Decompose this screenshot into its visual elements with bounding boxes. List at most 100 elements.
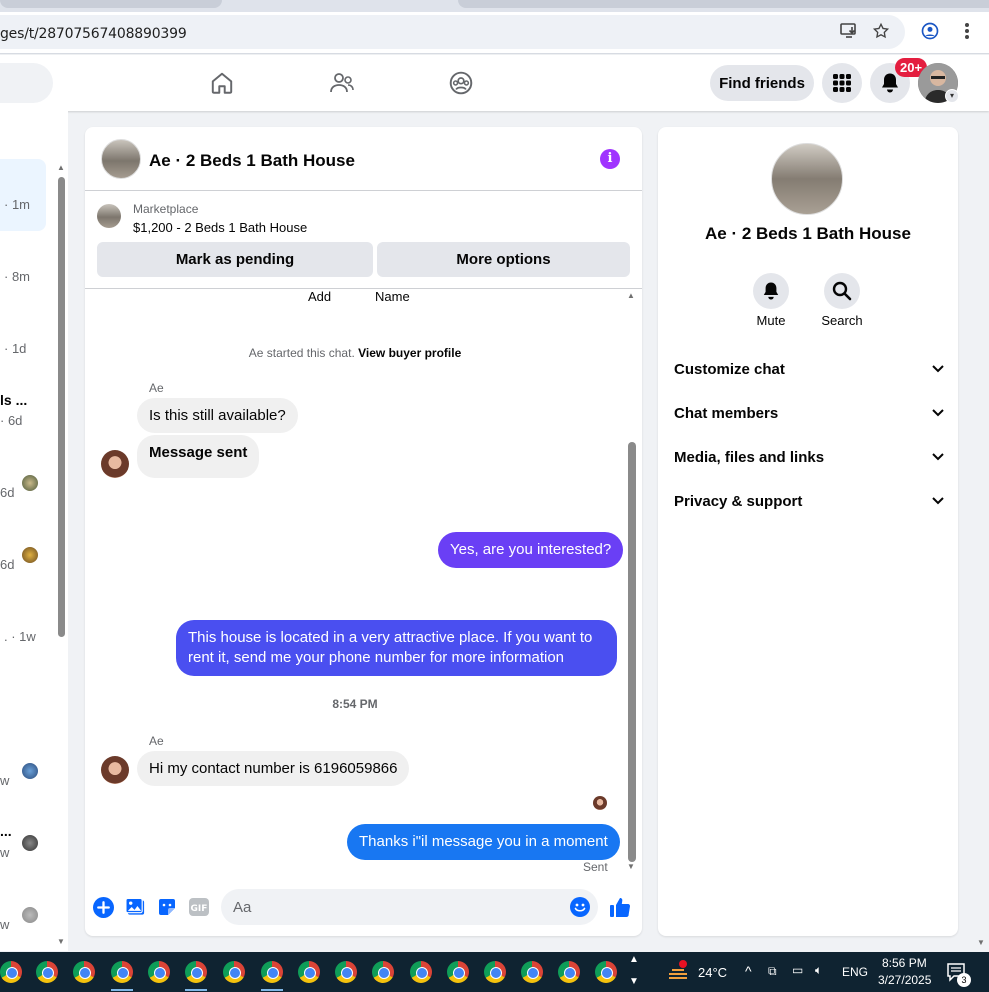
scroll-down-icon[interactable]: ▼ (627, 862, 635, 871)
plus-circle-icon[interactable] (92, 896, 114, 918)
browser-tab[interactable] (0, 0, 222, 8)
outgoing-message[interactable]: Yes, are you interested? (438, 532, 624, 568)
more-options-button[interactable]: More options (377, 242, 630, 277)
home-icon[interactable] (206, 67, 238, 99)
mute-button[interactable] (753, 273, 789, 309)
seen-indicator-avatar (593, 796, 607, 810)
mark-as-pending-button[interactable]: Mark as pending (97, 242, 373, 277)
chrome-taskbar-icon[interactable] (484, 961, 506, 983)
input-language[interactable]: ENG (842, 965, 868, 979)
menu-grid-button[interactable] (822, 63, 862, 103)
chrome-taskbar-icon[interactable] (148, 961, 170, 983)
volume-icon[interactable]: 🔈︎ (815, 963, 822, 978)
chevron-down-icon (932, 406, 944, 420)
conversation-title[interactable]: Ae · 2 Beds 1 Bath House (149, 151, 355, 171)
page-scroll-down-icon[interactable]: ▼ (977, 938, 985, 947)
active-app-indicator (185, 989, 207, 991)
facebook-top-nav: Find friends 20+ ▾ (0, 55, 989, 111)
scroll-down-icon[interactable]: ▼ (57, 937, 65, 946)
listing-title[interactable]: $1,200 - 2 Beds 1 Bath House (133, 220, 307, 235)
taskbar-overflow-up-icon[interactable]: ▲ (629, 954, 639, 965)
thumbs-up-icon[interactable] (609, 896, 631, 918)
chrome-taskbar-icon[interactable] (372, 961, 394, 983)
chat-info-avatar[interactable] (771, 143, 843, 215)
scroll-up-icon[interactable]: ▲ (57, 163, 65, 172)
chat-list-name: ... (0, 823, 12, 839)
sticker-icon[interactable] (156, 896, 178, 918)
chat-list-time: · 1m (4, 197, 30, 212)
chrome-taskbar-icon[interactable] (447, 961, 469, 983)
facebook-search-input[interactable] (0, 63, 53, 103)
chrome-taskbar-icon[interactable] (73, 961, 95, 983)
browser-tab-strip (0, 0, 989, 12)
find-friends-button[interactable]: Find friends (710, 65, 814, 101)
chat-list-time: · 8m (4, 269, 30, 284)
chrome-taskbar-icon[interactable] (185, 961, 207, 983)
chrome-taskbar-icon[interactable] (223, 961, 245, 983)
message-scrollbar[interactable] (628, 442, 636, 862)
chat-list-item-active[interactable] (0, 159, 46, 231)
chrome-taskbar-icon[interactable] (261, 961, 283, 983)
chat-members-section[interactable]: Chat members (674, 395, 944, 431)
chrome-taskbar-icon[interactable] (298, 961, 320, 983)
url-text[interactable]: ges/t/28707567408890399 (0, 26, 187, 42)
taskbar-overflow-down-icon[interactable]: ▼ (629, 976, 639, 987)
chrome-taskbar-icon[interactable] (36, 961, 58, 983)
browser-menu-icon[interactable] (954, 18, 980, 44)
emoji-icon[interactable] (569, 896, 591, 918)
media-files-links-section[interactable]: Media, files and links (674, 439, 944, 475)
install-app-icon[interactable] (836, 18, 862, 44)
info-icon[interactable]: i (600, 149, 620, 169)
tray-expand-icon[interactable]: ^ (745, 963, 752, 979)
sender-avatar[interactable] (101, 450, 129, 478)
address-bar[interactable]: ges/t/28707567408890399 (0, 15, 905, 49)
friends-icon[interactable] (326, 67, 358, 99)
bell-icon (763, 282, 779, 300)
incoming-message[interactable]: Message sent (137, 435, 260, 478)
chat-list-time: w (0, 845, 10, 860)
customize-chat-section[interactable]: Customize chat (674, 351, 944, 387)
conversation-avatar[interactable] (101, 139, 141, 179)
chat-list-avatar (22, 547, 38, 563)
meet-now-icon[interactable]: ⧉ (768, 964, 777, 979)
sender-avatar[interactable] (101, 756, 129, 784)
taskbar: ▲ ▼ 24°C ^ ⧉ ▭ 🔈︎ ENG 8:56 PM 3/27/2025 … (0, 952, 989, 992)
marketplace-label: Marketplace (133, 202, 199, 216)
scroll-up-icon[interactable]: ▲ (627, 291, 635, 300)
chat-list-time: . · 1w (4, 629, 36, 644)
outgoing-message[interactable]: Thanks i"il message you in a moment (347, 824, 620, 860)
listing-thumbnail[interactable] (97, 204, 121, 228)
chrome-taskbar-icon[interactable] (521, 961, 543, 983)
profile-icon[interactable] (917, 18, 943, 44)
weather-temperature[interactable]: 24°C (698, 965, 727, 980)
bookmark-star-icon[interactable] (868, 18, 894, 44)
clock-date[interactable]: 3/27/2025 (878, 973, 931, 987)
photo-icon[interactable] (124, 896, 146, 918)
message-input[interactable] (221, 889, 598, 925)
chevron-down-icon (932, 450, 944, 464)
gif-icon[interactable]: GIF (188, 896, 210, 918)
chrome-taskbar-icon[interactable] (335, 961, 357, 983)
clock-time[interactable]: 8:56 PM (882, 956, 927, 970)
chrome-taskbar-icon[interactable] (111, 961, 133, 983)
outgoing-message[interactable]: This house is located in a very attracti… (176, 620, 617, 676)
chrome-taskbar-icon[interactable] (558, 961, 580, 983)
chrome-taskbar-icon[interactable] (595, 961, 617, 983)
privacy-support-section[interactable]: Privacy & support (674, 483, 944, 519)
conversation-header: Ae · 2 Beds 1 Bath House i (85, 127, 642, 191)
account-chevron-down-icon[interactable]: ▾ (945, 89, 959, 103)
chrome-taskbar-icon[interactable] (410, 961, 432, 983)
incoming-message[interactable]: Hi my contact number is 6196059866 (137, 751, 410, 786)
chrome-taskbar-icon[interactable] (0, 961, 22, 983)
name-label: Name (375, 289, 410, 304)
groups-icon[interactable] (445, 67, 477, 99)
network-icon[interactable]: ▭ (792, 963, 803, 977)
search-button[interactable] (824, 273, 860, 309)
chat-list-scrollbar[interactable] (58, 177, 65, 637)
view-buyer-profile-link[interactable]: View buyer profile (358, 346, 461, 360)
weather-icon[interactable] (666, 960, 690, 982)
incoming-message[interactable]: Is this still available? (137, 398, 298, 433)
chat-list-avatar (22, 835, 38, 851)
browser-tab[interactable] (458, 0, 989, 8)
conversation-panel: Ae · 2 Beds 1 Bath House i Marketplace $… (85, 127, 642, 936)
